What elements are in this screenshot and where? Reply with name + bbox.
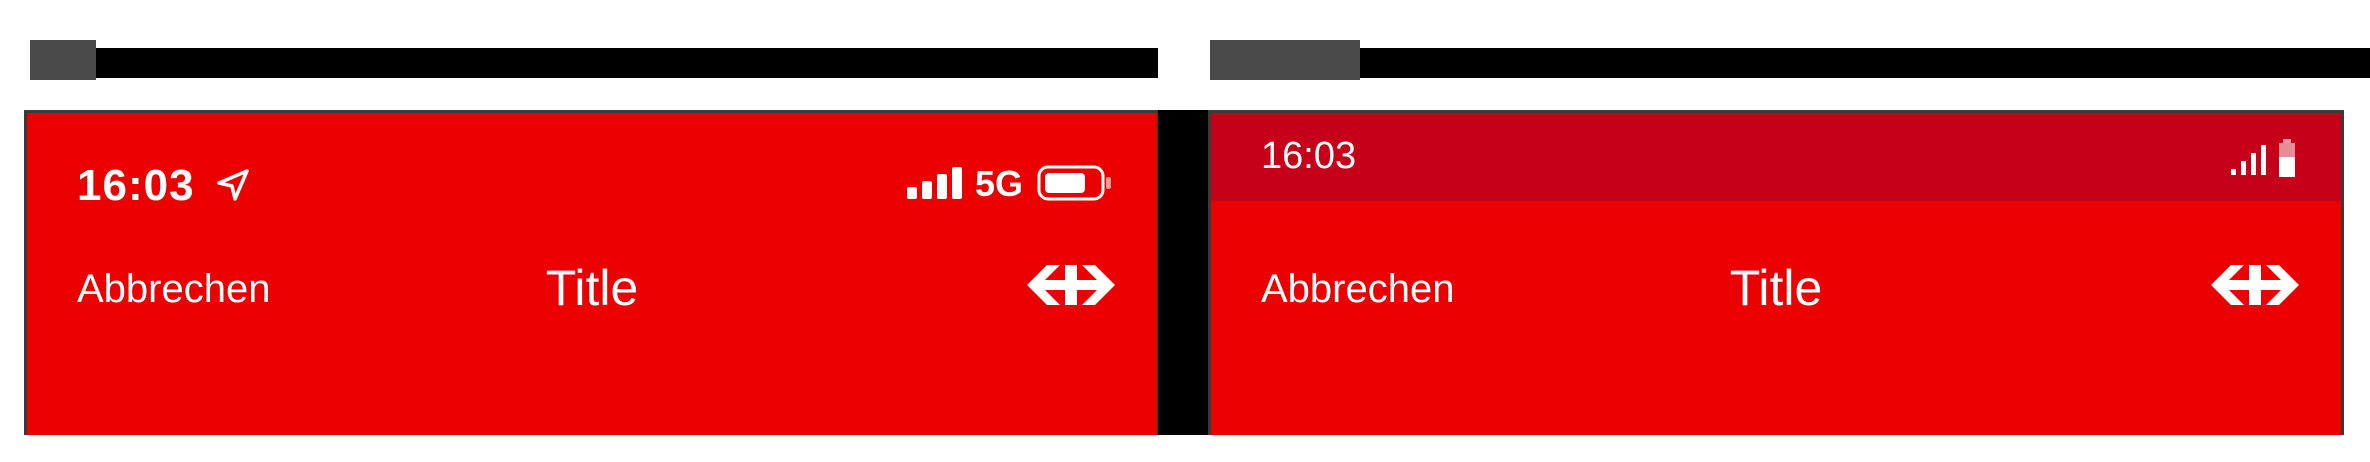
network-type: 5G xyxy=(975,163,1024,204)
cellular-signal-icon xyxy=(2231,145,2266,175)
android-status-bar: 16:03 xyxy=(1211,113,2341,201)
android-navigation-bar: Abbrechen Title xyxy=(1211,245,2341,335)
ios-status-bar: 16:03 5G xyxy=(27,113,1157,213)
android-screen: 16:03 Abbrechen Title xyxy=(1208,110,2344,435)
panel-divider xyxy=(1158,110,1210,435)
android-header-bar xyxy=(1210,48,2370,78)
nav-title: Title xyxy=(545,260,639,316)
ios-screen: 16:03 5G Abbrechen Title xyxy=(24,110,1160,435)
ios-label xyxy=(30,40,96,80)
comparison-page: 16:03 5G Abbrechen Title 16:03 Abbrechen… xyxy=(0,0,2370,462)
nav-title: Title xyxy=(1729,260,1823,316)
sbb-logo-icon xyxy=(2211,265,2299,305)
location-arrow-icon xyxy=(217,169,249,201)
ios-navigation-bar: Abbrechen Title xyxy=(27,245,1157,335)
status-time: 16:03 xyxy=(77,161,195,210)
ios-header-bar xyxy=(30,48,1158,78)
battery-icon xyxy=(2279,139,2295,177)
status-time: 16:03 xyxy=(1261,135,1357,177)
android-label xyxy=(1210,40,1360,80)
sbb-logo-icon xyxy=(1027,265,1115,305)
cellular-signal-icon xyxy=(907,167,962,199)
battery-icon xyxy=(1037,165,1111,201)
